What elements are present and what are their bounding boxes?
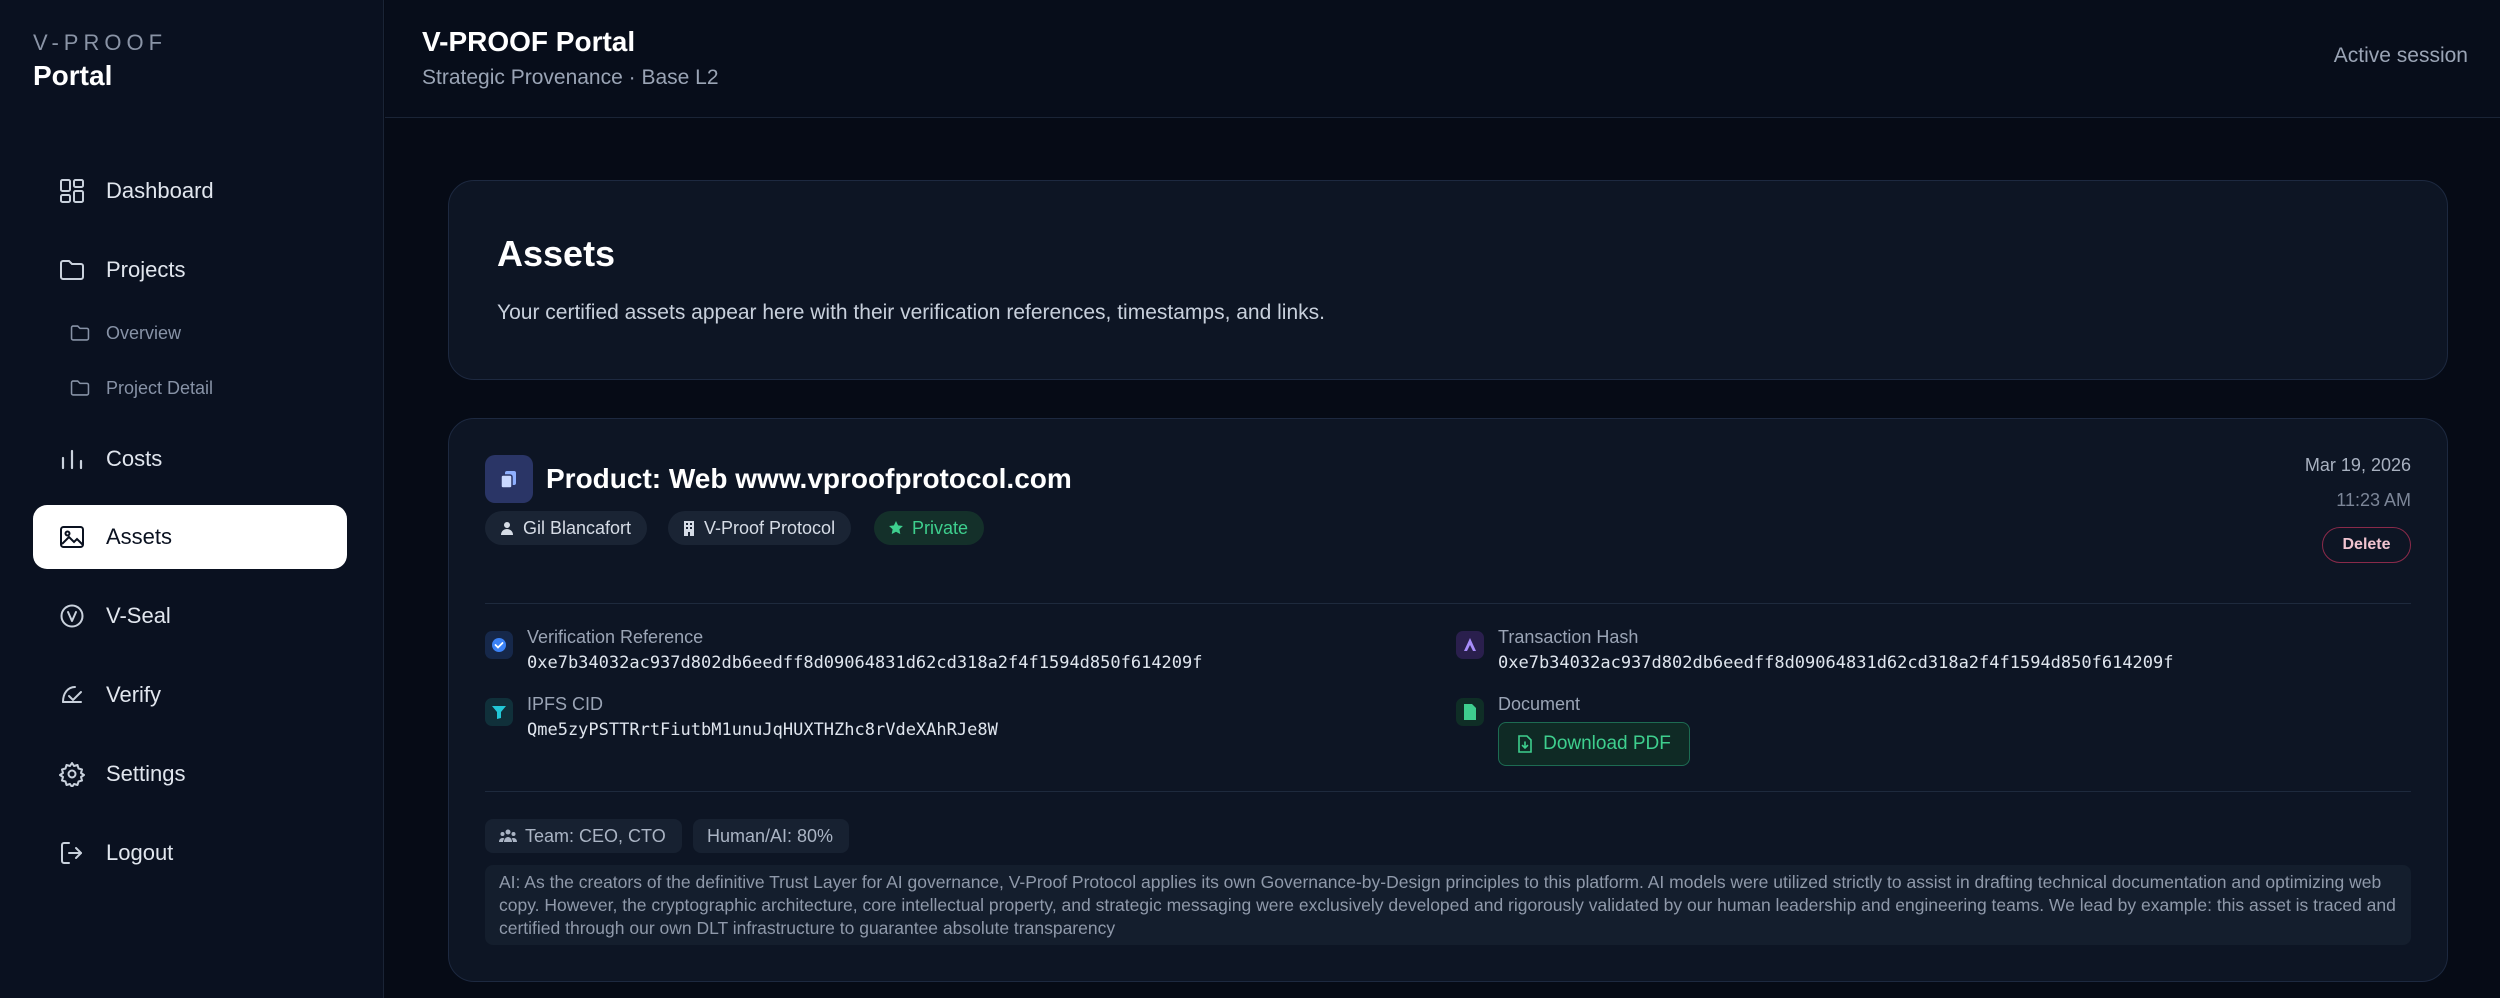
divider (485, 603, 2411, 604)
sidebar-item-projects[interactable]: Projects (33, 238, 347, 302)
seal-icon (59, 603, 85, 629)
asset-time: 11:23 AM (2336, 490, 2411, 510)
brand-portal: Portal (33, 60, 113, 91)
assets-heading: Assets (497, 233, 616, 274)
page-title: V-PROOF Portal (422, 26, 636, 57)
team-pill: Team: CEO, CTO (485, 819, 682, 853)
ai-disclosure-text: AI: As the creators of the definitive Tr… (485, 865, 2411, 945)
document-icon (1456, 698, 1484, 726)
verification-value: 0xe7b34032ac937d802db6eedff8d09064831d62… (527, 653, 1203, 673)
sidebar-subitem-label: Overview (106, 322, 182, 343)
transaction-label: Transaction Hash (1498, 627, 1639, 647)
sidebar-item-settings[interactable]: Settings (33, 742, 347, 806)
folder-icon (70, 322, 92, 344)
user-icon (499, 520, 515, 536)
image-icon (59, 524, 85, 550)
organization-chip: V-Proof Protocol (668, 511, 852, 545)
download-pdf-label: Download PDF (1543, 733, 1671, 754)
asset-title: Product: Web www.vproofprotocol.com (546, 463, 1072, 494)
ipfs-value: Qme5zyPSTTRrtFiutbM1unuJqHUXTHZhc8rVdeXA… (527, 720, 998, 740)
owner-chip: Gil Blancafort (485, 511, 648, 545)
assets-description: Your certified assets appear here with t… (497, 301, 1325, 324)
sidebar-item-verify[interactable]: Verify (33, 663, 347, 727)
sidebar-subitem-label: Project Detail (106, 377, 214, 398)
human-ai-pill: Human/AI: 80% (693, 819, 850, 853)
verify-icon (59, 682, 85, 708)
top-header: V-PROOF Portal Strategic Provenance · Ba… (385, 0, 2500, 118)
sidebar-item-dashboard[interactable]: Dashboard (33, 159, 347, 223)
page-subtitle: Strategic Provenance · Base L2 (422, 66, 719, 89)
ipfs-label: IPFS CID (527, 694, 604, 714)
organization-name: V-Proof Protocol (704, 517, 836, 538)
copy-icon (485, 455, 533, 503)
owner-name: Gil Blancafort (523, 517, 632, 538)
transaction-icon (1456, 631, 1484, 659)
dashboard-icon (59, 178, 85, 204)
team-icon (499, 828, 517, 844)
team-label: Team: CEO, CTO (525, 825, 666, 846)
delete-button[interactable]: Delete (2322, 527, 2411, 563)
sidebar-item-label: Settings (106, 761, 186, 786)
sidebar-item-label: Verify (106, 682, 162, 707)
sidebar-item-label: Projects (106, 257, 186, 282)
session-status: Active session (2333, 44, 2468, 67)
sidebar-subitem-overview[interactable]: Overview (70, 317, 181, 349)
sidebar-item-label: Dashboard (106, 178, 214, 203)
sidebar-item-label: V-Seal (106, 603, 171, 628)
asset-card: Product: Web www.vproofprotocol.com Gil … (448, 418, 2448, 982)
bar-chart-icon (59, 446, 85, 472)
logout-icon (59, 840, 85, 866)
file-download-icon (1517, 735, 1533, 753)
star-icon (888, 520, 904, 536)
sidebar: V-PROOF Portal Dashboard Projects Overvi… (0, 0, 384, 998)
sidebar-item-vseal[interactable]: V-Seal (33, 584, 347, 648)
assets-intro-card: Assets Your certified assets appear here… (448, 180, 2448, 380)
asset-date: Mar 19, 2026 (2304, 455, 2411, 475)
human-ai-label: Human/AI: 80% (707, 825, 834, 846)
sidebar-item-assets[interactable]: Assets (33, 505, 347, 569)
divider (485, 791, 2411, 792)
folder-icon (59, 257, 85, 283)
verification-label: Verification Reference (527, 627, 704, 647)
ipfs-icon (485, 698, 513, 726)
sidebar-subitem-project-detail[interactable]: Project Detail (70, 372, 213, 404)
sidebar-item-logout[interactable]: Logout (33, 821, 347, 885)
verified-badge-icon (485, 631, 513, 659)
sidebar-item-label: Costs (106, 446, 163, 471)
download-pdf-button[interactable]: Download PDF (1498, 722, 1690, 766)
visibility-label: Private (912, 517, 969, 538)
sidebar-item-costs[interactable]: Costs (33, 427, 347, 491)
gear-icon (59, 761, 85, 787)
transaction-value: 0xe7b34032ac937d802db6eedff8d09064831d62… (1498, 653, 2174, 673)
building-icon (682, 520, 696, 536)
sidebar-item-label: Logout (106, 840, 174, 865)
document-label: Document (1498, 694, 1581, 714)
brand-name: V-PROOF (33, 30, 168, 55)
visibility-badge: Private (874, 511, 985, 545)
folder-icon (70, 377, 92, 399)
sidebar-item-label: Assets (106, 524, 173, 549)
